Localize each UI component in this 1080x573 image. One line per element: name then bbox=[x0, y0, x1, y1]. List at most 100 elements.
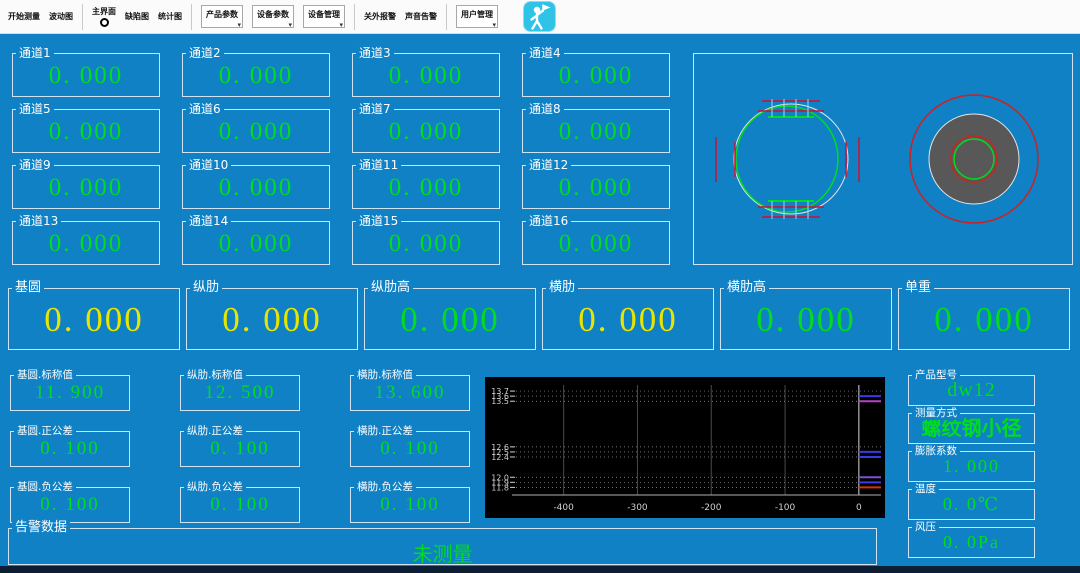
parameter-display-1: 基圆.正公差0. 100 bbox=[10, 431, 130, 467]
info-display-2: 膨胀系数1. 000 bbox=[908, 451, 1035, 482]
toolbar-item-5[interactable]: 统计图 bbox=[158, 11, 182, 22]
bottom-strip bbox=[0, 566, 1080, 573]
channel-display-5-value: 0. 000 bbox=[13, 110, 159, 154]
trend-chart: -400-300-200-100013.713.613.512.612.512.… bbox=[485, 377, 885, 518]
info-display-0: 产品型号dw12 bbox=[908, 375, 1035, 406]
measurement-status: 未测量 bbox=[9, 529, 876, 567]
measure-display-5: 单重0. 000 bbox=[898, 288, 1070, 350]
info-display-3: 温度0. 0℃ bbox=[908, 489, 1035, 520]
measure-display-0-label: 基圆 bbox=[12, 280, 44, 296]
measure-display-4-value: 0. 000 bbox=[721, 289, 891, 351]
parameter-display-2-label: 基圆.负公差 bbox=[14, 481, 76, 494]
diagram-panel bbox=[693, 53, 1073, 265]
flag-person-icon[interactable] bbox=[523, 1, 556, 32]
channel-display-4-value: 0. 000 bbox=[523, 54, 669, 98]
parameter-display-0: 基圆.标称值11. 900 bbox=[10, 375, 130, 411]
measure-display-4: 横肋高0. 000 bbox=[720, 288, 892, 350]
measure-display-3-label: 横肋 bbox=[546, 280, 578, 296]
toolbar-separator bbox=[354, 4, 355, 30]
toolbar-item-label: 统计图 bbox=[158, 12, 182, 21]
x-tick-label: 0 bbox=[856, 503, 862, 513]
parameter-display-3-label: 纵肋.标称值 bbox=[184, 369, 246, 382]
toolbar-item-label: 波动图 bbox=[49, 12, 73, 21]
diagram-canvas bbox=[694, 54, 1072, 264]
channel-display-2: 通道20. 000 bbox=[182, 53, 330, 97]
channel-display-2-label: 通道2 bbox=[186, 46, 224, 60]
channel-display-14-label: 通道14 bbox=[186, 214, 231, 228]
measure-display-4-label: 横肋高 bbox=[724, 280, 769, 296]
toolbar-item-9[interactable]: 设备管理▾ bbox=[303, 5, 345, 28]
channel-display-10: 通道100. 000 bbox=[182, 165, 330, 209]
toolbar-separator bbox=[446, 4, 447, 30]
channel-display-3: 通道30. 000 bbox=[352, 53, 500, 97]
parameter-display-6-label: 横肋.标称值 bbox=[354, 369, 416, 382]
product-info-column: 产品型号dw12测量方式螺纹钢小径膨胀系数1. 000温度0. 0℃风压0. 0… bbox=[908, 375, 1035, 558]
parameter-display-4: 纵肋.正公差0. 100 bbox=[180, 431, 300, 467]
channel-display-6: 通道60. 000 bbox=[182, 109, 330, 153]
info-display-4: 风压0. 0Pa bbox=[908, 527, 1035, 558]
parameter-display-0-label: 基圆.标称值 bbox=[14, 369, 76, 382]
toolbar-item-label: 声音告警 bbox=[405, 12, 437, 21]
toolbar-item-8[interactable]: 设备参数▾ bbox=[252, 5, 294, 28]
measure-display-1: 纵肋0. 000 bbox=[186, 288, 358, 350]
channel-display-13-value: 0. 000 bbox=[13, 222, 159, 266]
selected-page-indicator-icon bbox=[100, 18, 109, 27]
channel-display-5-label: 通道5 bbox=[16, 102, 54, 116]
toolbar-item-label: 关外报警 bbox=[364, 12, 396, 21]
y-tick-label: 13.5 bbox=[491, 397, 509, 406]
x-tick-label: -300 bbox=[627, 503, 648, 513]
channel-display-4: 通道40. 000 bbox=[522, 53, 670, 97]
channel-display-11-label: 通道11 bbox=[356, 158, 401, 172]
toolbar: 开始测量波动图 主界面缺陷图统计图 产品参数▾ 设备参数▾ 设备管理▾ 关外报警声音告警 用… bbox=[0, 0, 1080, 34]
channel-display-10-value: 0. 000 bbox=[183, 166, 329, 210]
toolbar-item-1[interactable]: 波动图 bbox=[49, 11, 73, 22]
channel-display-11-value: 0. 000 bbox=[353, 166, 499, 210]
y-tick-label: 11.8 bbox=[491, 483, 509, 492]
channel-display-6-label: 通道6 bbox=[186, 102, 224, 116]
measure-row: 基圆0. 000纵肋0. 000纵肋高0. 000横肋0. 000横肋高0. 0… bbox=[8, 288, 1070, 350]
info-display-3-label: 温度 bbox=[912, 483, 939, 496]
info-display-2-label: 膨胀系数 bbox=[912, 445, 960, 458]
channel-display-15-value: 0. 000 bbox=[353, 222, 499, 266]
toolbar-item-3[interactable]: 主界面 bbox=[92, 6, 116, 17]
measure-display-0: 基圆0. 000 bbox=[8, 288, 180, 350]
info-display-1-label: 测量方式 bbox=[912, 407, 960, 420]
toolbar-item-label: 缺陷图 bbox=[125, 12, 149, 21]
dropdown-arrow-icon: ▾ bbox=[492, 22, 496, 29]
channel-display-12-label: 通道12 bbox=[526, 158, 571, 172]
toolbar-item-0[interactable]: 开始测量 bbox=[8, 11, 40, 22]
toolbar-item-7[interactable]: 产品参数▾ bbox=[201, 5, 243, 28]
toolbar-item-11[interactable]: 关外报警 bbox=[364, 11, 396, 22]
channel-display-12: 通道120. 000 bbox=[522, 165, 670, 209]
measure-display-1-value: 0. 000 bbox=[187, 289, 357, 351]
channel-display-10-label: 通道10 bbox=[186, 158, 231, 172]
dropdown-arrow-icon: ▾ bbox=[237, 22, 241, 29]
toolbar-separator bbox=[82, 4, 83, 30]
channel-display-7: 通道70. 000 bbox=[352, 109, 500, 153]
channel-display-9-label: 通道9 bbox=[16, 158, 54, 172]
measure-display-1-label: 纵肋 bbox=[190, 280, 222, 296]
channel-grid: 通道10. 000通道20. 000通道30. 000通道40. 000通道50… bbox=[12, 53, 670, 265]
parameter-display-5-label: 纵肋.负公差 bbox=[184, 481, 246, 494]
channel-display-6-value: 0. 000 bbox=[183, 110, 329, 154]
alarm-label: 告警数据 bbox=[12, 520, 70, 536]
parameter-display-6: 横肋.标称值13. 600 bbox=[350, 375, 470, 411]
channel-display-14: 通道140. 000 bbox=[182, 221, 330, 265]
rebar-roundness-diagram bbox=[910, 95, 1038, 223]
toolbar-item-14[interactable]: 用户管理▾ bbox=[456, 5, 498, 28]
toolbar-item-4[interactable]: 缺陷图 bbox=[125, 11, 149, 22]
channel-display-16-label: 通道16 bbox=[526, 214, 571, 228]
channel-display-3-value: 0. 000 bbox=[353, 54, 499, 98]
channel-display-8: 通道80. 000 bbox=[522, 109, 670, 153]
app-window: 开始测量波动图 主界面缺陷图统计图 产品参数▾ 设备参数▾ 设备管理▾ 关外报警声音告警 用… bbox=[0, 0, 1080, 573]
channel-display-4-label: 通道4 bbox=[526, 46, 564, 60]
measure-display-3-value: 0. 000 bbox=[543, 289, 713, 351]
toolbar-item-selected-wrap: 主界面 bbox=[92, 6, 116, 27]
parameter-display-8: 横肋.负公差0. 100 bbox=[350, 487, 470, 523]
measure-display-5-value: 0. 000 bbox=[899, 289, 1069, 351]
parameter-display-3: 纵肋.标称值12. 500 bbox=[180, 375, 300, 411]
channel-display-16: 通道160. 000 bbox=[522, 221, 670, 265]
parameter-display-7-label: 横肋.正公差 bbox=[354, 425, 416, 438]
rebar-profile-diagram bbox=[716, 99, 859, 219]
toolbar-item-12[interactable]: 声音告警 bbox=[405, 11, 437, 22]
